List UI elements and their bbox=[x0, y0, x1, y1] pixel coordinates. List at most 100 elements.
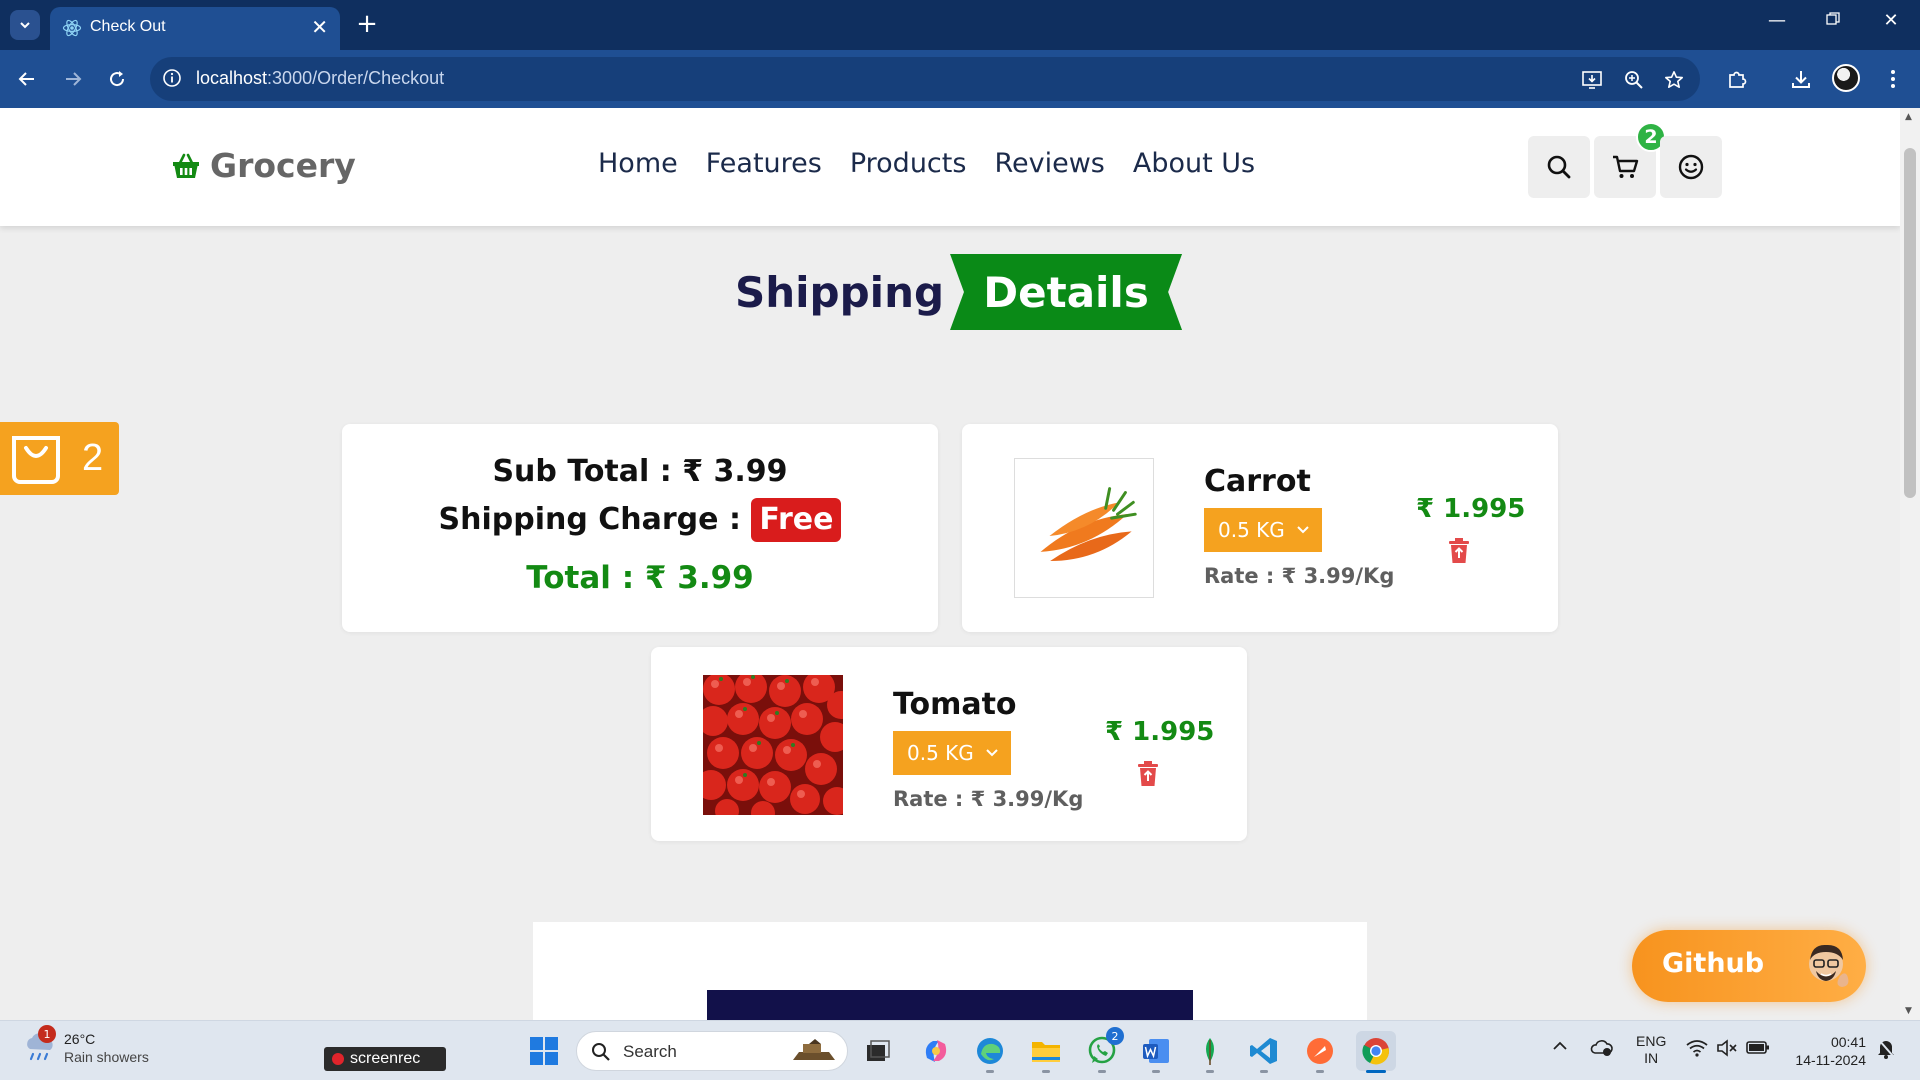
nav-about-us[interactable]: About Us bbox=[1133, 148, 1255, 179]
profile-avatar[interactable] bbox=[1832, 64, 1860, 92]
restore-button[interactable] bbox=[1818, 10, 1848, 31]
whatsapp-badge: 2 bbox=[1106, 1027, 1124, 1045]
more-vertical-icon bbox=[1891, 70, 1895, 88]
chevron-down-icon bbox=[986, 749, 998, 757]
tab-close-icon[interactable]: ✕ bbox=[311, 15, 328, 39]
reload-button[interactable] bbox=[100, 62, 134, 96]
taskbar-search-box[interactable]: Search bbox=[576, 1031, 848, 1071]
nav-reviews[interactable]: Reviews bbox=[994, 148, 1104, 179]
tomato-image bbox=[703, 675, 843, 815]
bookmark-star-icon[interactable] bbox=[1662, 68, 1686, 92]
page-title: Shipping Details bbox=[735, 253, 1183, 331]
nav-home[interactable]: Home bbox=[598, 148, 678, 179]
notification-center-button[interactable] bbox=[1876, 1037, 1896, 1062]
tray-overflow-button[interactable] bbox=[1552, 1039, 1568, 1055]
forward-button[interactable] bbox=[56, 62, 90, 96]
site-info-icon[interactable] bbox=[162, 68, 182, 88]
taskbar-mongodb[interactable] bbox=[1190, 1031, 1230, 1073]
taskbar-copilot[interactable] bbox=[916, 1031, 956, 1071]
scroll-up-arrow-icon[interactable]: ▲ bbox=[1905, 112, 1912, 122]
quantity-select[interactable]: 0.5 KG bbox=[1204, 508, 1322, 552]
arrow-left-icon bbox=[18, 72, 34, 86]
scroll-down-arrow-icon[interactable]: ▼ bbox=[1905, 1006, 1912, 1016]
tab-title: Check Out bbox=[90, 18, 166, 35]
nav-features[interactable]: Features bbox=[706, 148, 822, 179]
running-indicator bbox=[1042, 1070, 1050, 1073]
install-app-icon[interactable] bbox=[1580, 68, 1604, 92]
screenrec-widget[interactable]: screenrec bbox=[324, 1047, 446, 1071]
edge-icon bbox=[977, 1038, 1003, 1064]
shopping-bag-icon bbox=[12, 435, 60, 484]
nav-products[interactable]: Products bbox=[850, 148, 967, 179]
trash-icon[interactable] bbox=[1137, 761, 1159, 787]
search-button[interactable] bbox=[1528, 136, 1590, 198]
scrollbar-thumb[interactable] bbox=[1904, 148, 1916, 498]
volume-muted-icon bbox=[1717, 1039, 1737, 1057]
downloads-button[interactable] bbox=[1784, 62, 1818, 96]
copilot-icon bbox=[925, 1040, 947, 1062]
search-icon bbox=[1547, 155, 1571, 179]
shipping-label: Shipping Charge : bbox=[438, 502, 752, 537]
github-button[interactable]: Github bbox=[1632, 930, 1866, 1002]
taskbar-search-placeholder: Search bbox=[623, 1042, 677, 1061]
page-scrollbar[interactable]: ▲ ▼ bbox=[1900, 108, 1920, 1020]
subtotal-label: Sub Total : bbox=[492, 454, 683, 489]
tray-cloud-button[interactable] bbox=[1590, 1037, 1614, 1060]
windows-logo-icon bbox=[530, 1037, 558, 1065]
account-button[interactable] bbox=[1660, 136, 1722, 198]
taskbar-edge[interactable] bbox=[970, 1031, 1010, 1073]
taskbar-vscode[interactable] bbox=[1244, 1031, 1284, 1073]
taskbar-word[interactable] bbox=[1136, 1031, 1176, 1073]
new-tab-button[interactable]: + bbox=[352, 7, 382, 41]
close-window-button[interactable]: ✕ bbox=[1876, 10, 1906, 31]
tray-network-button[interactable] bbox=[1686, 1039, 1708, 1060]
postman-icon bbox=[1307, 1038, 1333, 1064]
quantity-select[interactable]: 0.5 KG bbox=[893, 731, 1011, 775]
tray-battery-button[interactable] bbox=[1746, 1039, 1770, 1058]
react-favicon-icon bbox=[62, 19, 82, 37]
tab-search-button[interactable] bbox=[10, 10, 40, 40]
extensions-button[interactable] bbox=[1720, 62, 1754, 96]
cart-icon bbox=[1613, 155, 1639, 178]
running-indicator bbox=[1206, 1070, 1214, 1073]
main-nav: Home Features Products Reviews About Us bbox=[598, 148, 1255, 179]
site-logo[interactable]: Grocery bbox=[172, 146, 356, 185]
trash-icon[interactable] bbox=[1448, 538, 1470, 564]
floating-cart-count: 2 bbox=[82, 437, 104, 479]
running-indicator bbox=[1152, 1070, 1160, 1073]
taskbar-task-view[interactable] bbox=[858, 1031, 898, 1071]
total-row: Total : ₹ 3.99 bbox=[342, 560, 938, 596]
taskbar-clock[interactable]: 00:41 14-11-2024 bbox=[1786, 1033, 1866, 1069]
floating-cart-button[interactable]: 2 bbox=[0, 422, 119, 495]
wifi-icon bbox=[1686, 1040, 1708, 1057]
minimize-button[interactable]: — bbox=[1762, 10, 1792, 31]
taskbar-whatsapp[interactable]: 2 bbox=[1082, 1027, 1124, 1073]
weather-widget[interactable]: 1 26°C Rain showers bbox=[22, 1025, 149, 1069]
weather-alert-badge: 1 bbox=[38, 1025, 56, 1043]
item-name: Carrot bbox=[1204, 464, 1311, 499]
item-price: ₹ 1.995 bbox=[1105, 717, 1215, 747]
taskbar-file-explorer[interactable] bbox=[1026, 1031, 1066, 1073]
chevron-up-icon bbox=[1553, 1041, 1567, 1050]
arrow-right-icon bbox=[66, 72, 82, 86]
address-bar[interactable]: localhost:3000/Order/Checkout bbox=[150, 57, 1700, 101]
taskbar-postman[interactable] bbox=[1300, 1031, 1340, 1073]
taskbar-chrome[interactable] bbox=[1356, 1031, 1396, 1073]
start-button[interactable] bbox=[524, 1031, 564, 1071]
language-line2: IN bbox=[1644, 1050, 1659, 1066]
tray-volume-button[interactable] bbox=[1716, 1039, 1738, 1060]
total-value: ₹ 3.99 bbox=[644, 560, 754, 596]
language-indicator[interactable]: ENG IN bbox=[1636, 1033, 1666, 1067]
zoom-icon[interactable] bbox=[1622, 68, 1646, 92]
item-name: Tomato bbox=[893, 687, 1017, 722]
cart-item-carrot: Carrot 0.5 KG Rate : ₹ 3.99/Kg ₹ 1.995 bbox=[962, 424, 1558, 632]
running-indicator bbox=[1260, 1070, 1268, 1073]
page-title-part2: Details bbox=[983, 267, 1149, 317]
smile-icon bbox=[1678, 154, 1704, 180]
windows-taskbar: 1 26°C Rain showers screenrec Search 2 E… bbox=[0, 1020, 1920, 1080]
running-indicator bbox=[1098, 1070, 1106, 1073]
browser-menu-button[interactable] bbox=[1876, 62, 1910, 96]
back-button[interactable] bbox=[10, 62, 44, 96]
clock-date: 14-11-2024 bbox=[1795, 1052, 1866, 1068]
browser-tab-active[interactable]: Check Out ✕ bbox=[50, 7, 340, 50]
